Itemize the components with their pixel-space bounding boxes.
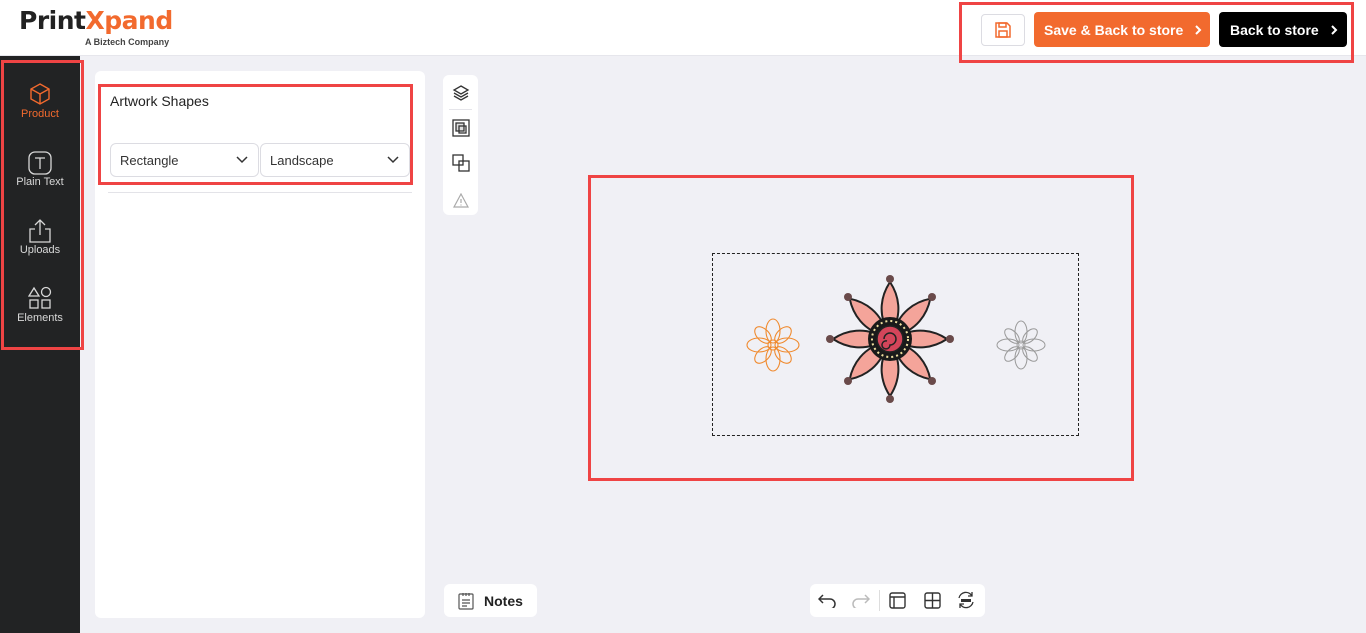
redo-button[interactable] — [851, 590, 871, 610]
print-area[interactable] — [712, 253, 1079, 436]
logo-tagline: A Biztech Company — [85, 37, 170, 47]
sidebar-item-label: Elements — [17, 312, 63, 324]
chevron-down-icon — [236, 156, 248, 164]
toolbar-separator — [879, 590, 880, 611]
notes-icon — [458, 592, 474, 610]
reset-icon — [958, 591, 974, 609]
undo-button[interactable] — [817, 590, 837, 610]
cube-icon — [30, 83, 50, 105]
chevron-right-icon — [1195, 24, 1202, 35]
artwork-shapes-section: Artwork Shapes Rectangle Landscape — [98, 84, 413, 185]
sidebar-item-plain-text[interactable]: Plain Text — [0, 150, 80, 218]
bring-forward-button[interactable] — [451, 118, 471, 138]
orientation-select[interactable]: Landscape — [260, 143, 410, 177]
sidebar-item-elements[interactable]: Elements — [0, 286, 80, 354]
bring-forward-icon — [452, 119, 470, 137]
redo-icon — [852, 594, 870, 608]
back-to-store-button[interactable]: Back to store — [1219, 12, 1347, 47]
chevron-down-icon — [387, 156, 399, 164]
bleed-view-button[interactable] — [887, 590, 907, 610]
layer-toolbar — [443, 75, 478, 215]
sidebar-item-uploads[interactable]: Uploads — [0, 218, 80, 286]
orientation-select-value: Landscape — [270, 152, 334, 168]
grey-flower-graphic — [996, 320, 1046, 370]
toolbar-separator — [449, 109, 472, 110]
central-mandala-graphic — [826, 275, 954, 403]
shape-select[interactable]: Rectangle — [110, 143, 259, 177]
reset-button[interactable] — [956, 590, 976, 610]
notes-label: Notes — [484, 592, 523, 609]
save-and-back-button[interactable]: Save & Back to store — [1034, 12, 1210, 47]
sidebar-item-product[interactable]: Product — [0, 82, 80, 150]
grid-icon — [923, 591, 941, 609]
mandala-artwork[interactable] — [713, 254, 1080, 437]
upload-icon — [29, 219, 51, 243]
left-sidebar: Product Plain Text Uploads Elements — [0, 56, 84, 633]
layers-icon — [452, 85, 470, 101]
shape-select-value: Rectangle — [120, 152, 179, 168]
section-title: Artwork Shapes — [110, 93, 209, 109]
back-to-store-label: Back to store — [1230, 21, 1319, 38]
save-and-back-label: Save & Back to store — [1044, 21, 1184, 38]
undo-icon — [818, 594, 836, 608]
chevron-right-icon — [1330, 24, 1338, 35]
send-backward-icon — [452, 154, 470, 172]
warning-button[interactable] — [451, 191, 471, 211]
top-header: PrintXpand A Biztech Company Save & Back… — [0, 0, 1366, 63]
send-backward-button[interactable] — [451, 153, 471, 173]
frame-icon — [888, 591, 906, 609]
save-button[interactable] — [981, 14, 1025, 46]
options-panel: Artwork Shapes Rectangle Landscape — [95, 71, 425, 618]
layers-button[interactable] — [451, 83, 471, 103]
warning-icon — [453, 193, 469, 208]
sidebar-item-label: Plain Text — [16, 176, 64, 188]
floppy-disk-icon — [995, 22, 1011, 38]
header-actions-highlight: Save & Back to store Back to store — [959, 2, 1354, 63]
logo-wordmark: PrintXpand — [19, 6, 173, 35]
sidebar-item-label: Product — [21, 108, 59, 120]
grid-button[interactable] — [922, 590, 942, 610]
notes-button[interactable]: Notes — [444, 584, 537, 617]
sidebar-item-label: Uploads — [19, 244, 61, 256]
shapes-icon — [28, 286, 52, 309]
orange-flower-graphic — [746, 318, 800, 372]
canvas-toolbar — [810, 584, 985, 617]
printxpand-logo[interactable]: PrintXpand A Biztech Company — [19, 6, 173, 47]
text-icon — [28, 151, 52, 175]
panel-divider — [108, 192, 412, 193]
